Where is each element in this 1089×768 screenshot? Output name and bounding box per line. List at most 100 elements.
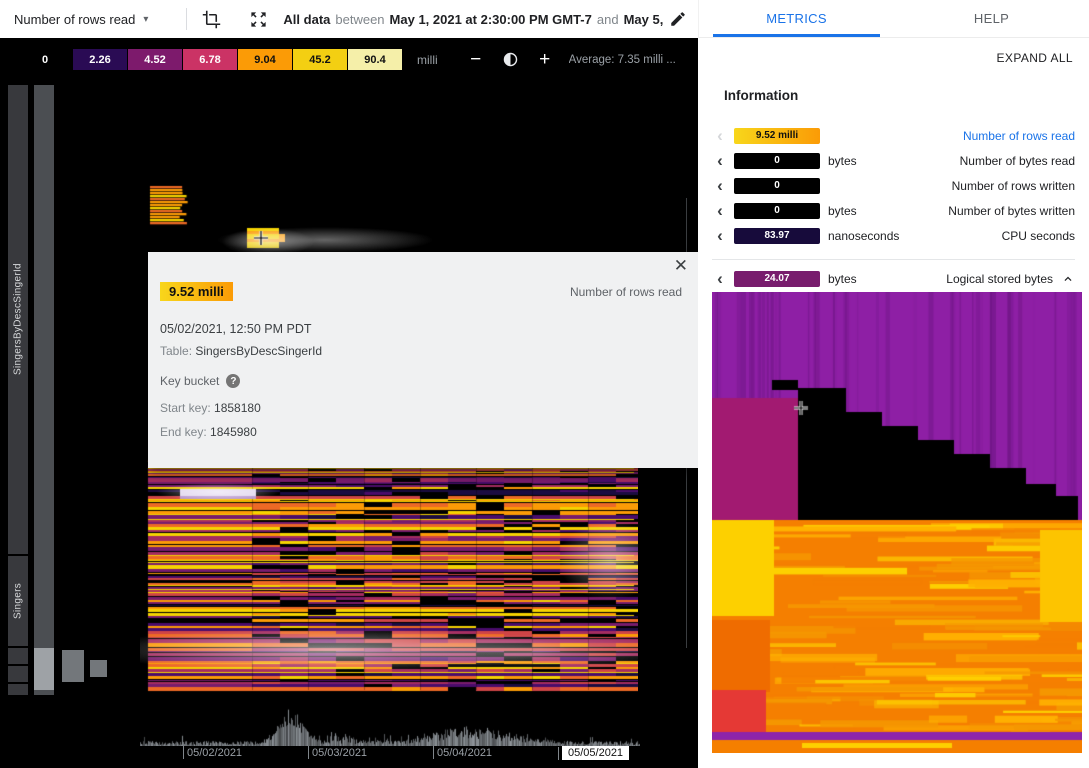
date-tick: 05/04/2021 [433, 746, 492, 759]
date-label: 05/02/2021 [187, 747, 242, 759]
heatmap-area: 0 2.26 4.52 6.78 9.04 45.2 90.4 milli − … [0, 38, 698, 768]
toolbar-divider [186, 8, 187, 30]
legend-swatch: 9.04 [238, 49, 292, 70]
startkey-value: 1858180 [214, 401, 261, 415]
tick-mark [308, 746, 309, 759]
tick-mark [183, 746, 184, 759]
contrast-icon[interactable] [502, 51, 519, 68]
startkey-label: Start key: [160, 401, 211, 415]
tab-metrics[interactable]: METRICS [699, 0, 894, 37]
range-end: May 5, 2 [624, 12, 664, 27]
keyspace-density-bar[interactable] [34, 85, 54, 695]
close-icon[interactable]: ✕ [674, 257, 688, 274]
metric-selector-label: Number of rows read [14, 12, 135, 27]
metric-row-cpu-seconds[interactable]: ‹ 83.97 nanoseconds CPU seconds [698, 223, 1089, 248]
toolbar: Number of rows read ▾ All data between M… [0, 0, 698, 38]
tick-mark [558, 747, 559, 760]
chevron-down-icon: ▾ [143, 14, 148, 25]
timeline-histogram[interactable] [140, 702, 640, 746]
tooltip-keybucket-row: Key bucket ? [160, 374, 240, 388]
tooltip-startkey-row: Start key: 1858180 [160, 401, 261, 415]
chevron-left-icon[interactable]: ‹ [712, 227, 728, 244]
tooltip-table-label: Table: [160, 344, 192, 358]
legend-swatch: 6.78 [183, 49, 237, 70]
date-tick: 05/02/2021 [183, 746, 242, 759]
metric-row-bytes-written[interactable]: ‹ 0 bytes Number of bytes written [698, 198, 1089, 223]
endkey-value: 1845980 [210, 425, 257, 439]
keyspace-segment-singers[interactable]: Singers [8, 556, 28, 646]
tooltip-metric-name: Number of rows read [570, 285, 682, 299]
expand-all-button[interactable]: EXPAND ALL [997, 51, 1073, 65]
tooltip-timestamp: 05/02/2021, 12:50 PM PDT [160, 322, 311, 336]
metric-row-logical-bytes[interactable]: ‹ 24.07 bytes Logical stored bytes [698, 266, 1089, 291]
range-between: between [335, 12, 384, 27]
edit-range-icon[interactable] [664, 5, 692, 33]
metric-label[interactable]: CPU seconds [1002, 229, 1075, 243]
metric-swatch-4: 83.97 [734, 228, 820, 244]
chevron-left-icon[interactable]: ‹ [712, 152, 728, 169]
legend-swatch: 4.52 [128, 49, 182, 70]
keyspace-density-bar-light [34, 648, 54, 690]
metric-swatch-0: 9.52 milli [734, 128, 820, 144]
metric-swatch-3: 0 [734, 203, 820, 219]
bucket-tooltip: ✕ 9.52 milli Number of rows read 05/02/2… [148, 252, 698, 468]
metric-label[interactable]: Number of rows written [952, 179, 1075, 193]
legend-swatch: 45.2 [293, 49, 347, 70]
chevron-left-icon[interactable]: ‹ [712, 177, 728, 194]
date-tick: 05/05/2021 [558, 746, 629, 760]
metric-row-bytes-read[interactable]: ‹ 0 bytes Number of bytes read [698, 148, 1089, 173]
keyspace-block[interactable] [90, 660, 107, 677]
metric-unit: nanoseconds [828, 229, 899, 243]
tab-help[interactable]: HELP [894, 0, 1089, 37]
keyspace-segment-singersbydesc[interactable]: SingersByDescSingerId [8, 85, 28, 554]
average-label: Average: 7.35 milli ... [569, 54, 676, 66]
metric-swatch-1: 0 [734, 153, 820, 169]
tick-mark [433, 746, 434, 759]
metric-unit: bytes [828, 154, 857, 168]
metric-label[interactable]: Number of bytes written [948, 204, 1075, 218]
tab-metrics-label: METRICS [766, 11, 827, 26]
table-label-vertical: Singers [8, 556, 28, 646]
metric-row-rows-written[interactable]: ‹ 0 Number of rows written [698, 173, 1089, 198]
metric-label[interactable]: Number of rows read [963, 129, 1075, 143]
metric-row-rows-read[interactable]: ‹ 9.52 milli Number of rows read [698, 123, 1089, 148]
metric-unit: bytes [828, 272, 857, 286]
date-label: 05/03/2021 [312, 747, 367, 759]
keyspace-segment-small[interactable] [8, 666, 28, 682]
chevron-left-icon[interactable]: ‹ [712, 127, 728, 144]
metrics-panel: EXPAND ALL Information ‹ 9.52 milli Numb… [698, 38, 1089, 768]
date-tick: 05/03/2021 [308, 746, 367, 759]
panel-divider [712, 259, 1075, 260]
range-prefix: All data [283, 12, 330, 27]
legend-swatch: 2.26 [73, 49, 127, 70]
chevron-up-icon[interactable] [1061, 272, 1075, 286]
color-scale-legend: 0 2.26 4.52 6.78 9.04 45.2 90.4 milli − … [18, 49, 676, 70]
metric-unit: bytes [828, 204, 857, 218]
zoom-out-button[interactable]: − [464, 50, 488, 69]
chevron-left-icon[interactable]: ‹ [712, 202, 728, 219]
zoom-in-button[interactable]: + [533, 50, 557, 69]
time-range-label: All data between May 1, 2021 at 2:30:00 … [283, 12, 664, 27]
date-label: 05/04/2021 [437, 747, 492, 759]
date-label: 05/05/2021 [562, 746, 629, 760]
metric-swatch-2: 0 [734, 178, 820, 194]
legend-unit: milli [417, 53, 438, 67]
keyspace-block[interactable] [62, 650, 84, 682]
keyspace-segment-small[interactable] [8, 648, 28, 664]
metric-selector-dropdown[interactable]: Number of rows read ▾ [0, 0, 160, 38]
logical-bytes-thumbnail[interactable] [712, 292, 1082, 753]
crop-icon[interactable] [197, 5, 226, 34]
range-and: and [597, 12, 619, 27]
metric-label[interactable]: Number of bytes read [960, 154, 1075, 168]
tooltip-value-chip: 9.52 milli [160, 282, 233, 301]
panel-tabs: METRICS HELP [698, 0, 1089, 38]
tab-help-label: HELP [974, 11, 1009, 26]
chevron-left-icon[interactable]: ‹ [712, 270, 728, 287]
keyspace-segment-small[interactable] [8, 684, 28, 695]
help-icon[interactable]: ? [226, 374, 240, 388]
fullscreen-icon[interactable] [244, 5, 273, 34]
metric-rows: ‹ 9.52 milli Number of rows read ‹ 0 byt… [698, 123, 1089, 248]
section-title: Information [724, 88, 798, 103]
metric-label[interactable]: Logical stored bytes [946, 272, 1053, 286]
range-start: May 1, 2021 at 2:30:00 PM GMT-7 [390, 12, 592, 27]
